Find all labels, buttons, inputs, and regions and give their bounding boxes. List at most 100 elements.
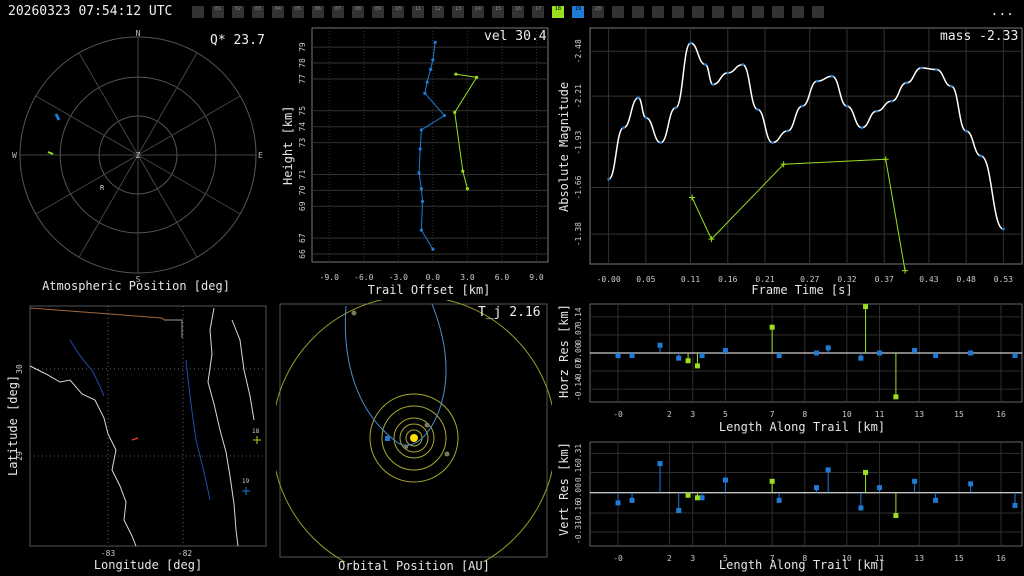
hres-point-blue bbox=[968, 350, 974, 356]
camera-indicator-11[interactable]: 11 bbox=[412, 6, 424, 18]
mag-point-blue bbox=[1001, 227, 1005, 231]
camera-indicator-slot29[interactable] bbox=[772, 6, 784, 18]
mag-fit-curve bbox=[607, 42, 1004, 230]
camera-indicator-10[interactable]: 10 bbox=[392, 6, 404, 18]
polar-spoke-150 bbox=[137, 154, 198, 258]
camera-indicator-slot23[interactable] bbox=[652, 6, 664, 18]
trail-point-green bbox=[454, 72, 458, 76]
trail-ytick: 74 bbox=[298, 122, 307, 132]
orbit-sun bbox=[410, 434, 418, 442]
camera-indicator-slot30[interactable] bbox=[792, 6, 804, 18]
camera-indicator-12[interactable]: 12 bbox=[432, 6, 444, 18]
vres-point-blue bbox=[722, 477, 728, 483]
polar-spoke-30 bbox=[137, 52, 198, 156]
camera-indicator-05[interactable]: 05 bbox=[292, 6, 304, 18]
vres-frame bbox=[589, 441, 1023, 547]
mag-point-blue bbox=[800, 104, 804, 108]
camera-indicator-slot31[interactable] bbox=[812, 6, 824, 18]
orbit-planet bbox=[351, 310, 357, 316]
camera-indicator-slot24[interactable] bbox=[672, 6, 684, 18]
mag-point-blue bbox=[637, 96, 640, 100]
polar-spoke-330 bbox=[78, 52, 139, 156]
trail-ytick: 69 bbox=[298, 201, 307, 211]
vres-point-blue bbox=[657, 461, 663, 467]
camera-indicator-20[interactable]: 20 bbox=[592, 6, 604, 18]
camera-indicator-18[interactable]: 18 bbox=[552, 6, 564, 18]
mag-point-green bbox=[689, 194, 696, 201]
camera-indicator-slot27[interactable] bbox=[732, 6, 744, 18]
trail-ytick: 70 bbox=[298, 185, 307, 195]
camera-indicator-09[interactable]: 09 bbox=[372, 6, 384, 18]
mag-point-blue bbox=[845, 104, 849, 108]
camera-indicator-01[interactable]: 01 bbox=[212, 6, 224, 18]
mag-point-blue bbox=[905, 81, 908, 85]
trail-xtick: 6.0 bbox=[495, 273, 510, 282]
map-frame bbox=[29, 305, 267, 547]
vres-point-green bbox=[694, 495, 700, 501]
camera-indicator-slot26[interactable] bbox=[712, 6, 724, 18]
trail-ytick: 67 bbox=[298, 233, 307, 243]
vres-point-blue bbox=[933, 497, 939, 503]
trail-point-green bbox=[465, 187, 470, 191]
vres-point-blue bbox=[912, 478, 918, 484]
orbit-plot bbox=[276, 300, 552, 562]
camera-indicator-slot0[interactable] bbox=[192, 6, 204, 18]
mag-xtick: -0.00 bbox=[597, 275, 621, 284]
hres-xtick: 10 bbox=[842, 410, 852, 419]
camera-indicator-02[interactable]: 02 bbox=[232, 6, 244, 18]
camera-indicator-17[interactable]: 17 bbox=[532, 6, 544, 18]
camera-indicator-slot25[interactable] bbox=[692, 6, 704, 18]
mag-point-blue bbox=[860, 126, 864, 130]
camera-indicator-15[interactable]: 15 bbox=[492, 6, 504, 18]
camera-indicator-19[interactable]: 19 bbox=[572, 6, 584, 18]
trail-point-blue bbox=[433, 40, 437, 44]
trail-point-blue bbox=[431, 58, 435, 62]
hres-point-blue bbox=[825, 345, 831, 351]
camera-indicator-slot28[interactable] bbox=[752, 6, 764, 18]
map-xlabel: Longitude [deg] bbox=[93, 558, 203, 572]
trail-point-blue bbox=[419, 128, 423, 132]
camera-indicator-06[interactable]: 06 bbox=[312, 6, 324, 18]
camera-indicator-slot22[interactable] bbox=[632, 6, 644, 18]
vres-ylabel: Vert Res [km] bbox=[557, 442, 571, 536]
hres-xtick: 5 bbox=[723, 410, 728, 419]
mag-point-blue bbox=[785, 129, 789, 133]
trail-xtick: 0.0 bbox=[426, 273, 441, 282]
mag-point-blue bbox=[875, 109, 879, 113]
timestamp: 20260323 07:54:12 UTC bbox=[8, 4, 173, 19]
camera-indicator-07[interactable]: 07 bbox=[332, 6, 344, 18]
hres-point-green bbox=[769, 324, 775, 330]
orbit-planet bbox=[403, 444, 409, 450]
hres-xtick: 16 bbox=[996, 410, 1006, 419]
trail-point-green bbox=[453, 110, 457, 114]
polar-label-n: N bbox=[136, 29, 141, 38]
trail-point-blue bbox=[442, 113, 446, 118]
camera-indicator-16[interactable]: 16 bbox=[512, 6, 524, 18]
menu-button[interactable]: ... bbox=[991, 4, 1014, 19]
camera-indicator-14[interactable]: 14 bbox=[472, 6, 484, 18]
mag-point-blue bbox=[704, 63, 707, 66]
orbit-planet bbox=[424, 422, 430, 428]
hres-xtick: 11 bbox=[875, 410, 885, 419]
hres-point-blue bbox=[657, 342, 663, 348]
vres-point-blue bbox=[825, 467, 831, 473]
mag-point-blue bbox=[622, 126, 625, 130]
mag-xtick: 0.37 bbox=[875, 275, 894, 284]
vres-ytick: 0.31 bbox=[574, 444, 583, 463]
vres-xtick: 16 bbox=[996, 554, 1006, 563]
vres-point-blue bbox=[1012, 502, 1018, 508]
polar-spoke-300 bbox=[35, 95, 139, 156]
camera-indicator-slot21[interactable] bbox=[612, 6, 624, 18]
camera-indicator-03[interactable]: 03 bbox=[252, 6, 264, 18]
trail-xtick: 3.0 bbox=[460, 273, 475, 282]
hres-point-blue bbox=[699, 353, 705, 359]
trail-series-blue bbox=[418, 42, 446, 250]
tj-tag: T_j 2.16 bbox=[478, 305, 541, 320]
camera-indicator-13[interactable]: 13 bbox=[452, 6, 464, 18]
vres-point-blue bbox=[676, 507, 682, 513]
mag-point-blue bbox=[644, 116, 648, 120]
camera-indicator-08[interactable]: 08 bbox=[352, 6, 364, 18]
trail-ytick: 71 bbox=[298, 169, 307, 179]
camera-indicator-04[interactable]: 04 bbox=[272, 6, 284, 18]
mag-ytick: -1.38 bbox=[574, 222, 583, 246]
